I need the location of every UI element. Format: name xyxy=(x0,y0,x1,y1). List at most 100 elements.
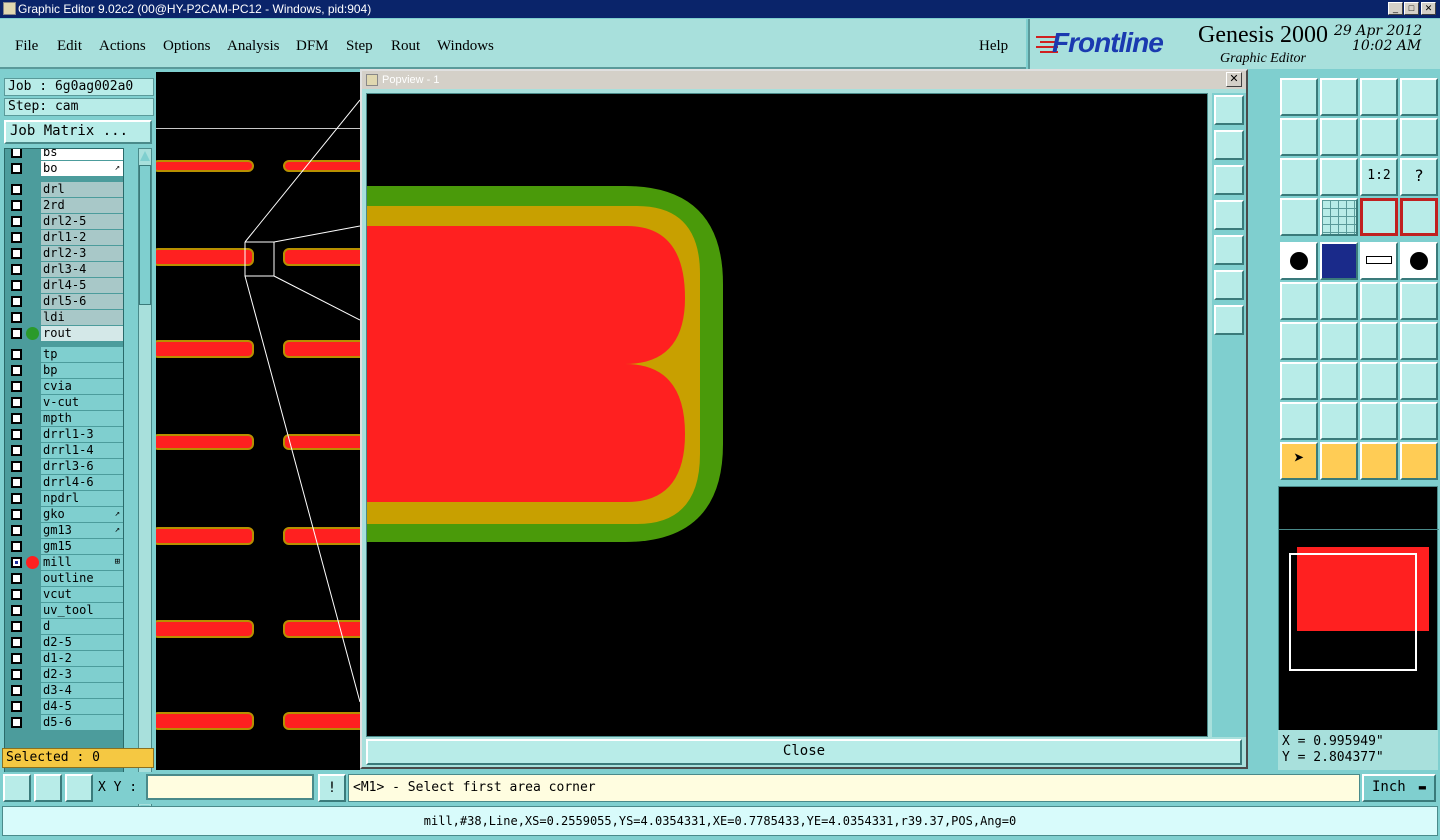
line-break-icon[interactable] xyxy=(1320,362,1358,400)
layer-row[interactable]: vcut xyxy=(5,587,123,602)
layer-row[interactable]: gko ↗ xyxy=(5,507,123,522)
pan-right-icon[interactable] xyxy=(1214,235,1244,265)
angle-icon[interactable] xyxy=(1280,322,1318,360)
zoom-in-icon[interactable] xyxy=(1214,95,1244,125)
layer-checkbox[interactable] xyxy=(11,461,22,472)
layer-checkbox[interactable] xyxy=(11,200,22,211)
layer-row[interactable]: mill ⊞ xyxy=(5,555,123,570)
line-icon[interactable] xyxy=(1320,242,1358,280)
menu-help[interactable]: Help xyxy=(979,38,1008,55)
layer-checkbox[interactable] xyxy=(11,445,22,456)
popview-close-button[interactable]: Close xyxy=(366,739,1242,765)
layer-row[interactable]: d2-5 xyxy=(5,635,123,650)
layer-checkbox[interactable] xyxy=(11,429,22,440)
menu-windows[interactable]: Windows xyxy=(437,38,494,55)
select-net-icon[interactable] xyxy=(1400,442,1438,480)
layer-row[interactable]: d1-2 xyxy=(5,651,123,666)
layer-row[interactable]: outline xyxy=(5,571,123,586)
layer-name[interactable]: gm13 ↗ xyxy=(41,523,123,538)
layer-row[interactable]: drl1-2 xyxy=(5,230,123,245)
layer-name[interactable]: drl xyxy=(41,182,123,197)
layer-name[interactable]: mill ⊞ xyxy=(41,555,123,570)
layer-checkbox[interactable] xyxy=(11,669,22,680)
layer-name[interactable]: drl3-4 xyxy=(41,262,123,277)
layer-checkbox[interactable] xyxy=(11,701,22,712)
layer-checkbox[interactable] xyxy=(11,589,22,600)
pan-right-tool-icon[interactable] xyxy=(1320,118,1358,156)
layer-checkbox[interactable] xyxy=(11,365,22,376)
layer-row[interactable]: drl xyxy=(5,182,123,197)
layer-name[interactable]: d xyxy=(41,619,123,634)
center-snap-icon[interactable] xyxy=(65,774,93,802)
menu-analysis[interactable]: Analysis xyxy=(227,38,280,55)
redraw-icon[interactable] xyxy=(1400,118,1438,156)
zoom-window-icon[interactable] xyxy=(1400,78,1438,116)
layer-list-scrollbar[interactable] xyxy=(138,148,152,818)
layer-row[interactable]: rout xyxy=(5,326,123,341)
undo-zoom-icon[interactable] xyxy=(1360,118,1398,156)
layer-name[interactable]: drrl4-6 xyxy=(41,475,123,490)
layer-checkbox[interactable] xyxy=(11,397,22,408)
arc-icon[interactable] xyxy=(1360,322,1398,360)
layer-row[interactable]: drrl3-6 xyxy=(5,459,123,474)
scale-1-2-icon[interactable]: 1:2 xyxy=(1360,158,1398,196)
layer-row[interactable]: drl2-5 xyxy=(5,214,123,229)
pan-left-icon[interactable] xyxy=(1214,200,1244,230)
layer-row[interactable]: npdrl xyxy=(5,491,123,506)
select-poly-icon[interactable] xyxy=(1360,442,1398,480)
layer-row[interactable]: d3-4 xyxy=(5,683,123,698)
layer-name[interactable]: 2rd xyxy=(41,198,123,213)
snap-alt-icon[interactable] xyxy=(1400,198,1438,236)
layer-name[interactable]: drl2-3 xyxy=(41,246,123,261)
layer-row[interactable]: drrl1-3 xyxy=(5,427,123,442)
scroll-up-arrow-icon[interactable] xyxy=(140,151,150,161)
split-icon[interactable] xyxy=(1400,322,1438,360)
layer-name[interactable]: drrl1-4 xyxy=(41,443,123,458)
layer-row[interactable]: v-cut xyxy=(5,395,123,410)
exclamation-icon[interactable]: ! xyxy=(318,774,346,802)
layer-checkbox[interactable] xyxy=(11,381,22,392)
snap-icon[interactable] xyxy=(1360,198,1398,236)
layer-checkbox[interactable] xyxy=(11,413,22,424)
move-nodes-icon[interactable] xyxy=(1280,282,1318,320)
layer-checkbox[interactable] xyxy=(11,557,22,568)
select-arrow-icon[interactable]: ➤ xyxy=(1280,442,1318,480)
measure-icon[interactable] xyxy=(1360,242,1398,280)
query-icon[interactable]: ? xyxy=(1400,158,1438,196)
layer-name[interactable]: drrl3-6 xyxy=(41,459,123,474)
layer-name[interactable]: v-cut xyxy=(41,395,123,410)
move-point-icon[interactable] xyxy=(1360,282,1398,320)
layer-name[interactable]: d1-2 xyxy=(41,651,123,666)
layer-name[interactable]: vcut xyxy=(41,587,123,602)
arch-icon[interactable] xyxy=(1360,402,1398,440)
layer-row[interactable]: d5-6 xyxy=(5,715,123,730)
layer-name[interactable]: tp xyxy=(41,347,123,362)
menu-file[interactable]: File xyxy=(15,38,38,55)
layer-checkbox[interactable] xyxy=(11,637,22,648)
layer-row[interactable]: drrl1-4 xyxy=(5,443,123,458)
layer-checkbox[interactable] xyxy=(11,653,22,664)
layer-checkbox[interactable] xyxy=(11,509,22,520)
shape-icon[interactable] xyxy=(1280,362,1318,400)
layer-name[interactable]: drrl1-3 xyxy=(41,427,123,442)
layer-row[interactable]: d xyxy=(5,619,123,634)
layer-checkbox[interactable] xyxy=(11,184,22,195)
menu-actions[interactable]: Actions xyxy=(99,38,146,55)
layer-checkbox[interactable] xyxy=(11,573,22,584)
layer-name[interactable]: uv_tool xyxy=(41,603,123,618)
layer-row[interactable]: bp xyxy=(5,363,123,378)
close-window-button[interactable]: ✕ xyxy=(1421,2,1436,15)
popview-close-icon[interactable]: ✕ xyxy=(1226,72,1242,87)
menu-dfm[interactable]: DFM xyxy=(296,38,329,55)
overview-map[interactable] xyxy=(1278,486,1439,736)
slope-icon[interactable] xyxy=(1320,322,1358,360)
pan-left-tool-icon[interactable] xyxy=(1280,118,1318,156)
layer-name[interactable]: gm15 xyxy=(41,539,123,554)
layer-row[interactable]: tp xyxy=(5,347,123,362)
layer-row[interactable]: d2-3 xyxy=(5,667,123,682)
layer-name[interactable]: outline xyxy=(41,571,123,586)
pan-up-icon[interactable] xyxy=(1214,130,1244,160)
arch-cut-icon[interactable] xyxy=(1400,402,1438,440)
layer-checkbox[interactable] xyxy=(11,621,22,632)
layer-name[interactable]: d2-5 xyxy=(41,635,123,650)
